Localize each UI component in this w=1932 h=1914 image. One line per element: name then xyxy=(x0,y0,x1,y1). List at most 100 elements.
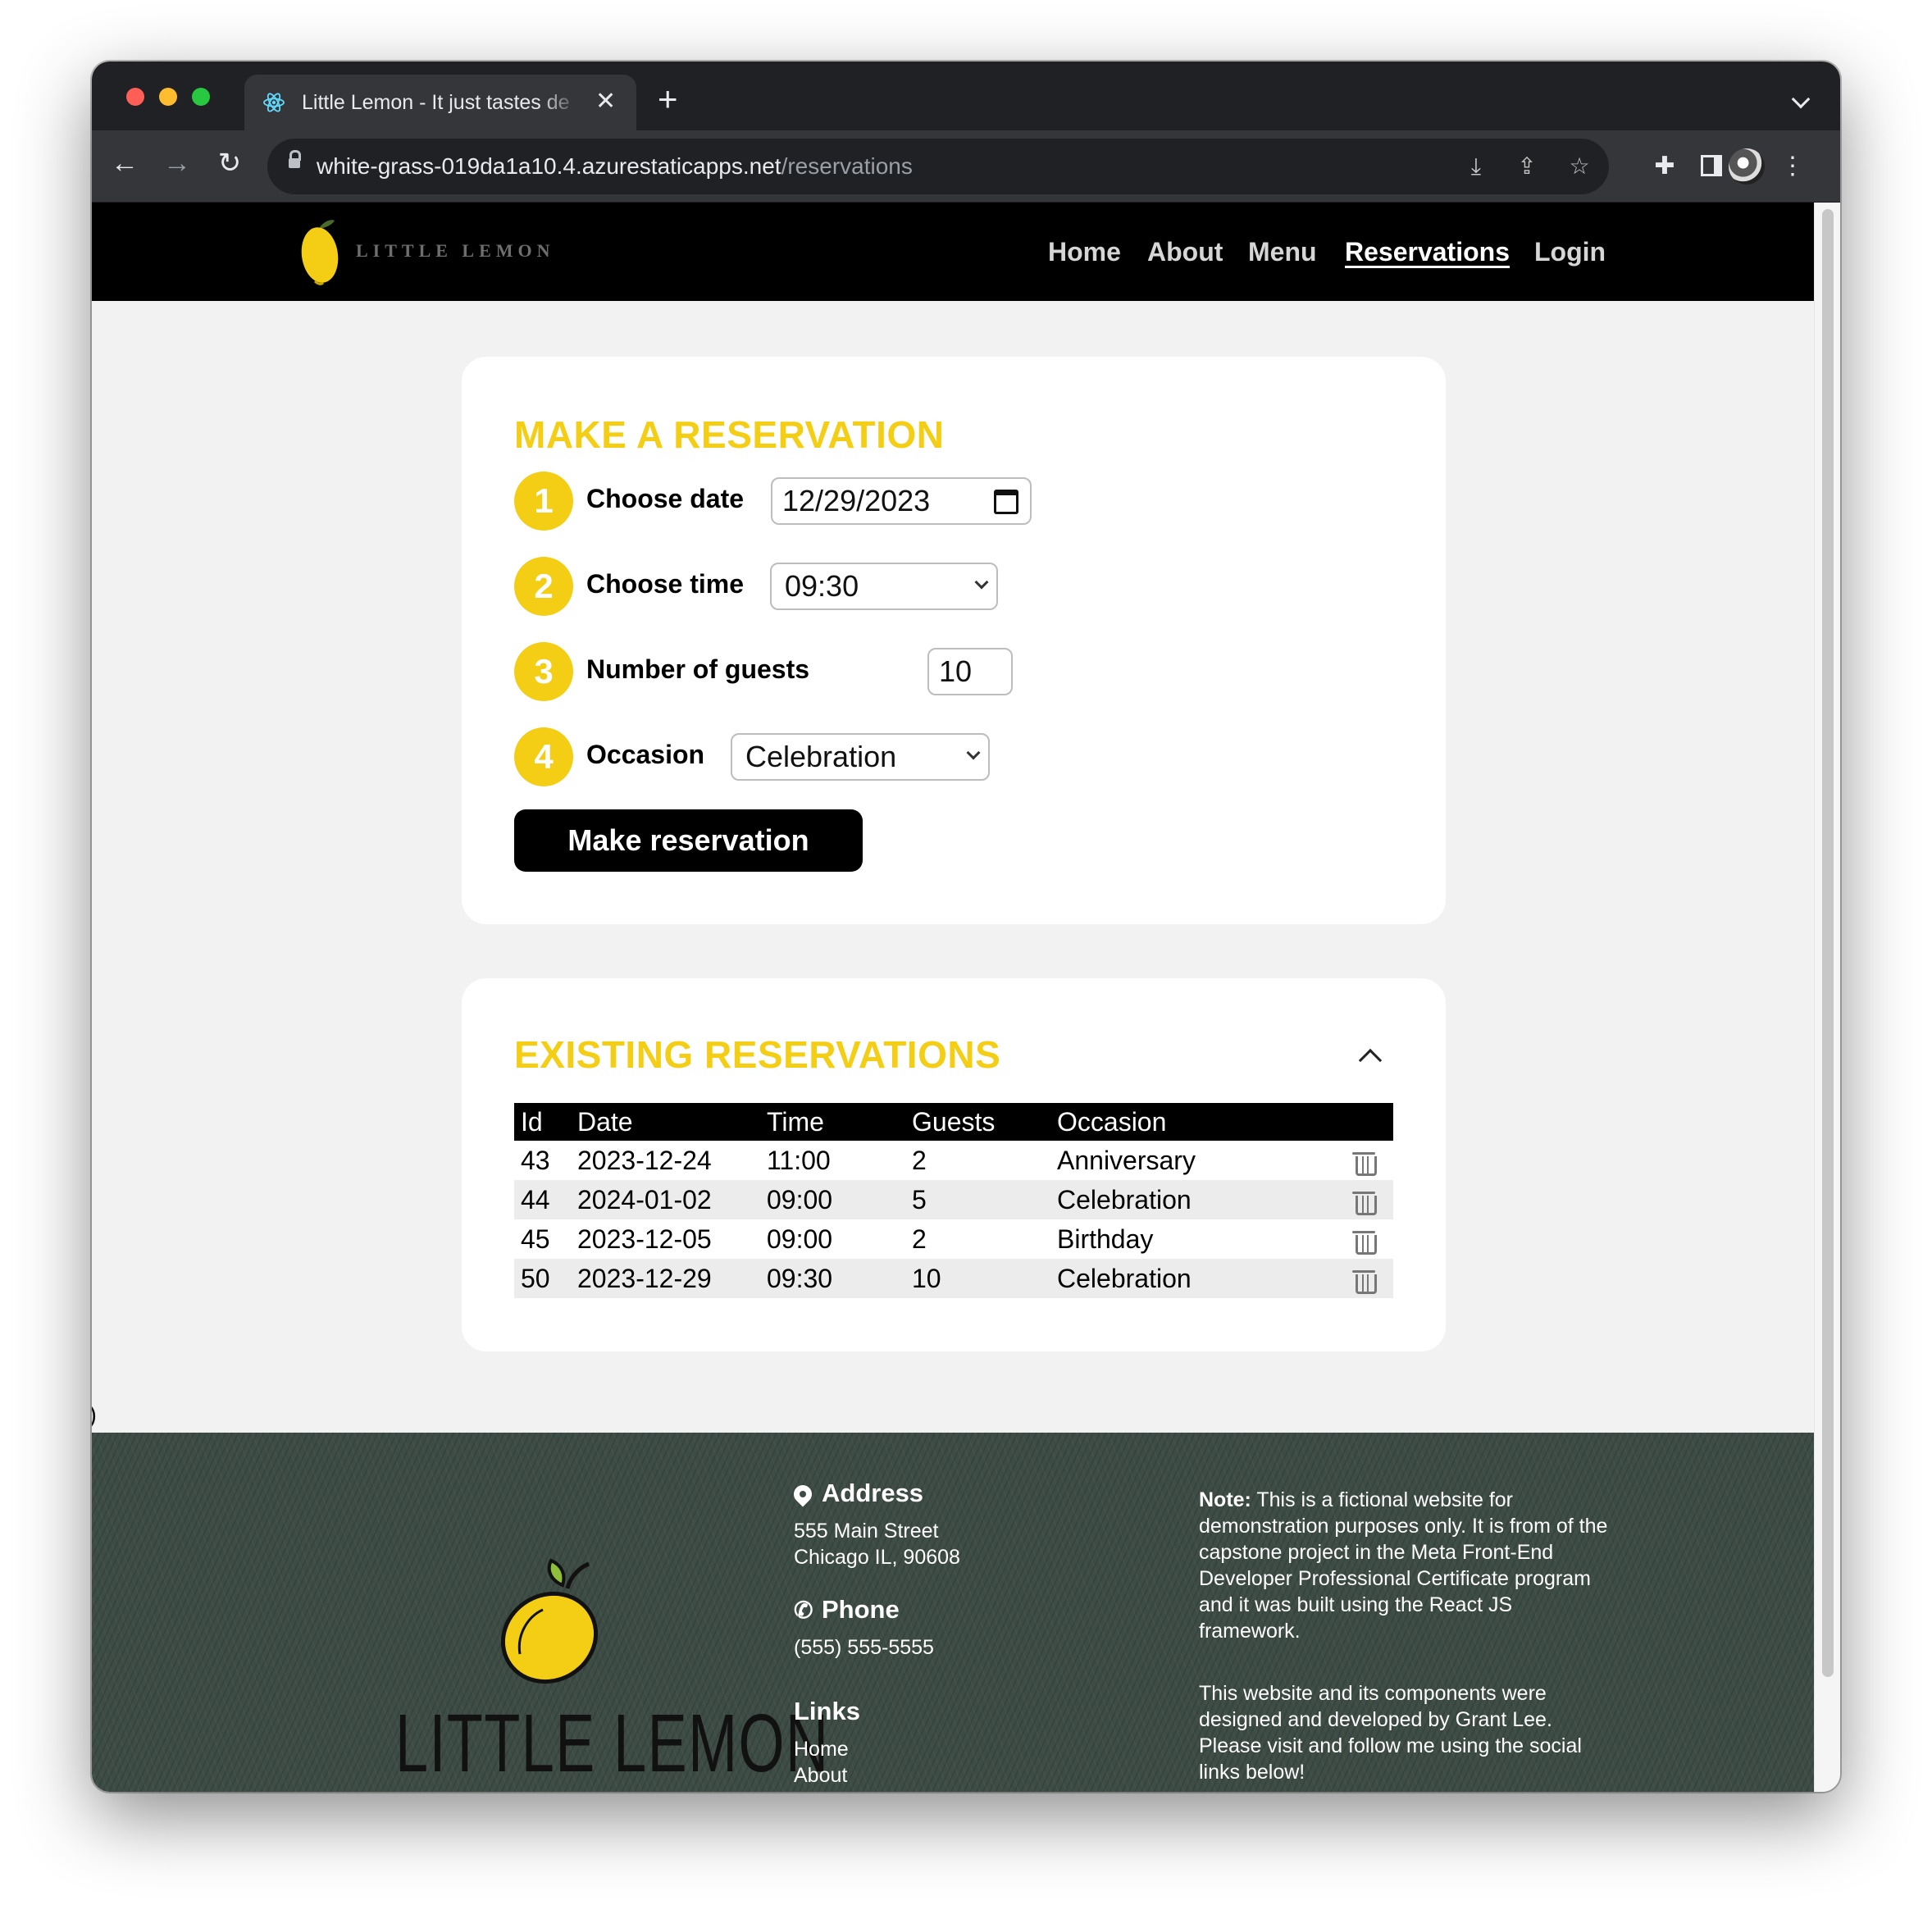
cell-date: 2023-12-05 xyxy=(577,1224,712,1254)
location-pin-icon xyxy=(790,1481,816,1507)
trash-icon[interactable] xyxy=(1352,1190,1377,1216)
install-app-icon[interactable]: ⤓ xyxy=(1461,152,1491,181)
reservations-table: Id Date Time Guests Occasion 43 2023-12-… xyxy=(514,1103,1393,1298)
cell-time: 09:30 xyxy=(760,1259,905,1298)
footer-lemon-logo-icon xyxy=(500,1558,599,1684)
existing-reservations-title: EXISTING RESERVATIONS xyxy=(514,1033,1001,1076)
share-icon[interactable]: ⇪ xyxy=(1512,152,1542,181)
occasion-select[interactable]: Celebration xyxy=(731,733,990,781)
delete-cell xyxy=(1337,1180,1393,1219)
footer-link-about[interactable]: About xyxy=(794,1764,847,1788)
date-input[interactable]: 12/29/2023 xyxy=(771,477,1032,525)
phone-number: (555) 555-5555 xyxy=(794,1636,934,1659)
url-path: /reservations xyxy=(781,153,913,179)
table-row: 50 2023-12-29 09:30 10 Celebration xyxy=(514,1259,1393,1298)
cell-guests: 2 xyxy=(912,1224,927,1254)
table-header-row: Id Date Time Guests Occasion xyxy=(514,1103,1393,1141)
extensions-puzzle-icon[interactable]: ✚ xyxy=(1647,148,1683,185)
minimize-window-button[interactable] xyxy=(159,88,177,106)
cell-id: 44 xyxy=(514,1180,571,1219)
tab-strip: Little Lemon - It just tastes de ✕ + xyxy=(92,62,1840,130)
column-header-occasion: Occasion xyxy=(1050,1103,1337,1141)
browser-tab-active[interactable]: Little Lemon - It just tastes de ✕ xyxy=(244,75,636,130)
cell-date: 2023-12-24 xyxy=(577,1145,712,1175)
tab-title: Little Lemon - It just tastes de xyxy=(302,91,570,114)
phone-heading-text: Phone xyxy=(822,1595,900,1624)
bookmark-star-icon[interactable]: ☆ xyxy=(1565,152,1594,181)
maximize-window-button[interactable] xyxy=(192,88,210,106)
occasion-value: Celebration xyxy=(745,740,897,773)
cell-occasion: Anniversary xyxy=(1057,1145,1196,1175)
trash-icon[interactable] xyxy=(1352,1269,1377,1295)
date-value: 12/29/2023 xyxy=(782,484,931,517)
page-viewport: LITTLE LEMON Home About Menu Reservation… xyxy=(92,203,1814,1792)
chevron-down-icon xyxy=(974,575,989,590)
cell-id: 45 xyxy=(521,1224,550,1254)
table-row: 43 2023-12-24 11:00 2 Anniversary xyxy=(514,1141,1393,1180)
nav-login[interactable]: Login xyxy=(1534,237,1606,267)
calendar-icon[interactable] xyxy=(994,490,1018,514)
trash-icon[interactable] xyxy=(1352,1229,1377,1255)
reservation-form-title: MAKE A RESERVATION xyxy=(514,413,945,456)
occasion-label: Occasion xyxy=(586,740,705,769)
delete-cell xyxy=(1337,1219,1393,1259)
scrollbar-thumb[interactable] xyxy=(1822,209,1834,1677)
back-arrow-icon[interactable]: ← xyxy=(105,144,144,183)
browser-toolbar: ← → ↻ white-grass-019da1a10.4.azurestati… xyxy=(92,130,1840,203)
vertical-scrollbar[interactable] xyxy=(1814,203,1840,1792)
guests-input[interactable]: 10 xyxy=(927,648,1013,695)
lemon-logo-icon[interactable] xyxy=(300,216,343,286)
footer-logo-text: LITTLE LEMON xyxy=(395,1698,830,1789)
guests-value: 10 xyxy=(939,654,973,688)
site-footer: LITTLE LEMON Address 555 Main Street Chi… xyxy=(92,1433,1814,1792)
address-heading-text: Address xyxy=(822,1479,924,1507)
nav-menu[interactable]: Menu xyxy=(1248,237,1317,267)
cell-id: 50 xyxy=(514,1259,571,1298)
reload-icon[interactable]: ↻ xyxy=(210,144,249,183)
new-tab-button[interactable]: + xyxy=(658,82,678,116)
logo-text[interactable]: LITTLE LEMON xyxy=(356,240,555,262)
chevron-down-icon xyxy=(966,745,981,760)
address-line-1: 555 Main Street xyxy=(794,1520,939,1543)
note-label: Note: xyxy=(1199,1488,1251,1511)
close-tab-icon[interactable]: ✕ xyxy=(595,88,616,116)
delete-cell xyxy=(1337,1141,1393,1180)
address-bar[interactable]: white-grass-019da1a10.4.azurestaticapps.… xyxy=(267,139,1609,194)
tab-search-chevron-icon[interactable] xyxy=(1791,89,1811,109)
make-reservation-button[interactable]: Make reservation xyxy=(514,809,863,872)
step-1-badge: 1 xyxy=(514,472,573,531)
forward-arrow-icon[interactable]: → xyxy=(157,144,197,183)
lock-icon[interactable] xyxy=(289,150,301,173)
cell-time: 09:00 xyxy=(760,1180,905,1219)
time-value: 09:30 xyxy=(785,569,859,603)
trash-icon[interactable] xyxy=(1352,1151,1377,1177)
chevron-up-icon[interactable] xyxy=(1358,1048,1383,1073)
cell-id: 43 xyxy=(521,1145,550,1175)
time-select[interactable]: 09:30 xyxy=(770,563,998,610)
disclaimer-note: Note: This is a fictional website for de… xyxy=(1199,1487,1617,1644)
reservation-form-card: MAKE A RESERVATION 1 Choose date 12/29/2… xyxy=(462,357,1446,924)
cell-guests: 5 xyxy=(905,1180,1050,1219)
profile-avatar[interactable] xyxy=(1729,148,1765,185)
footer-link-home[interactable]: Home xyxy=(794,1738,849,1761)
phone-icon: ✆ xyxy=(794,1597,813,1623)
column-header-actions xyxy=(1337,1103,1393,1141)
cell-time: 09:00 xyxy=(767,1224,833,1254)
choose-time-label: Choose time xyxy=(586,569,745,599)
step-4-badge: 4 xyxy=(514,727,573,786)
nav-home[interactable]: Home xyxy=(1048,237,1121,267)
nav-about[interactable]: About xyxy=(1147,237,1223,267)
nav-reservations[interactable]: Reservations xyxy=(1345,237,1510,267)
number-of-guests-label: Number of guests xyxy=(586,654,810,684)
address-heading: Address xyxy=(790,1479,924,1508)
links-heading: Links xyxy=(794,1697,860,1725)
existing-reservations-card: EXISTING RESERVATIONS Id Date Time Guest… xyxy=(462,978,1446,1351)
close-window-button[interactable] xyxy=(126,88,144,106)
more-menu-icon[interactable]: ⋮ xyxy=(1775,148,1811,185)
side-panel-icon[interactable] xyxy=(1697,148,1722,185)
delete-cell xyxy=(1337,1259,1393,1298)
cell-occasion: Celebration xyxy=(1050,1180,1337,1219)
cell-date: 2023-12-29 xyxy=(571,1259,760,1298)
url-text[interactable]: white-grass-019da1a10.4.azurestaticapps.… xyxy=(317,153,913,180)
table-row: 44 2024-01-02 09:00 5 Celebration xyxy=(514,1180,1393,1219)
